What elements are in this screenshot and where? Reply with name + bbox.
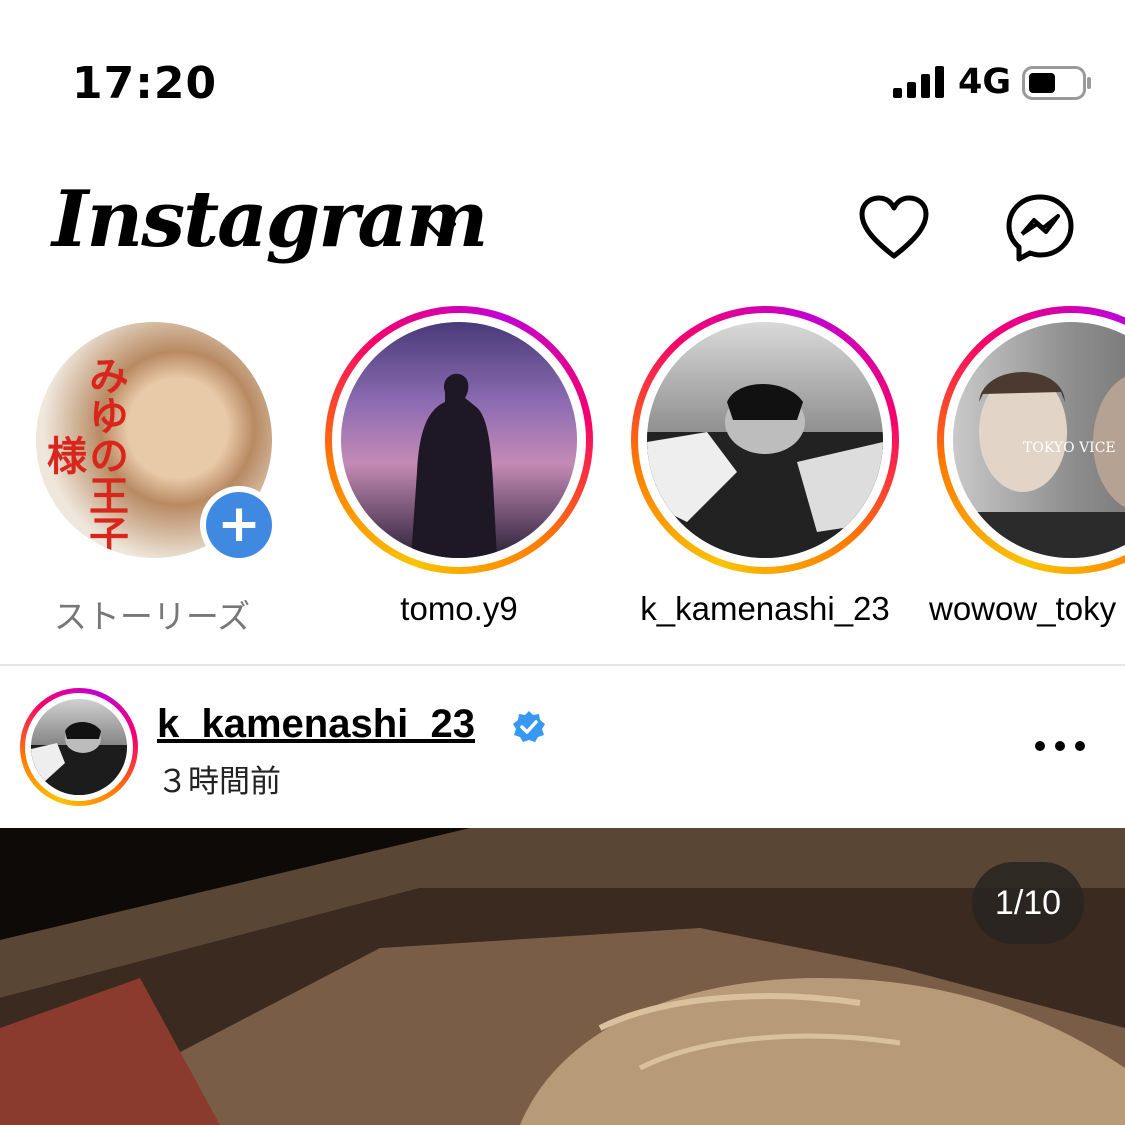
heart-icon[interactable] — [858, 192, 930, 264]
status-time: 17:20 — [72, 58, 218, 109]
avatar — [647, 322, 883, 558]
story-k-kamenashi-23[interactable]: k_kamenashi_23 — [615, 306, 915, 636]
post-image[interactable] — [0, 828, 1125, 1125]
network-type: 4G — [958, 62, 1012, 102]
post-avatar-ring[interactable] — [20, 688, 138, 806]
chevron-down-icon[interactable] — [424, 218, 458, 242]
instagram-logo[interactable]: Instagram — [52, 174, 488, 265]
post-avatar — [31, 699, 127, 795]
messenger-icon[interactable] — [1004, 192, 1076, 264]
post-header: k_kamenashi_23 ３時間前 — [0, 688, 1125, 813]
verified-badge-icon — [513, 711, 545, 742]
divider — [0, 664, 1125, 666]
carousel-page-counter: 1/10 — [972, 862, 1084, 944]
avatar — [341, 322, 577, 558]
post-timestamp: ３時間前 — [157, 764, 281, 800]
app-header: Instagram — [0, 160, 1125, 300]
story-tomo-y9[interactable]: tomo.y9 — [309, 306, 609, 636]
story-wowow-tokyo[interactable]: TOKYO VICE wowow_toky — [921, 306, 1125, 636]
story-label: tomo.y9 — [400, 590, 518, 627]
story-ring: TOKYO VICE — [937, 306, 1125, 574]
story-own[interactable]: みゆの王子様 + ストーリーズ — [2, 306, 302, 636]
avatar-caption: TOKYO VICE — [1023, 440, 1116, 456]
plus-icon: + — [206, 492, 272, 558]
post-username[interactable]: k_kamenashi_23 — [157, 702, 475, 747]
more-options-icon[interactable] — [1032, 728, 1088, 764]
status-bar: 17:20 4G — [0, 0, 1125, 150]
add-story-button[interactable]: + — [200, 486, 278, 564]
avatar-caption: みゆの王子様 — [40, 355, 128, 555]
story-label: wowow_toky — [929, 590, 1117, 627]
avatar: TOKYO VICE — [953, 322, 1125, 558]
battery-icon — [1022, 66, 1091, 100]
stories-tray: みゆの王子様 + ストーリーズ tomo.y9 k_kamenashi_23 T… — [0, 306, 1125, 636]
story-ring — [325, 306, 593, 574]
story-ring — [631, 306, 899, 574]
cellular-signal-icon — [893, 66, 944, 98]
story-label: k_kamenashi_23 — [640, 590, 890, 627]
story-label: ストーリーズ — [53, 598, 251, 635]
